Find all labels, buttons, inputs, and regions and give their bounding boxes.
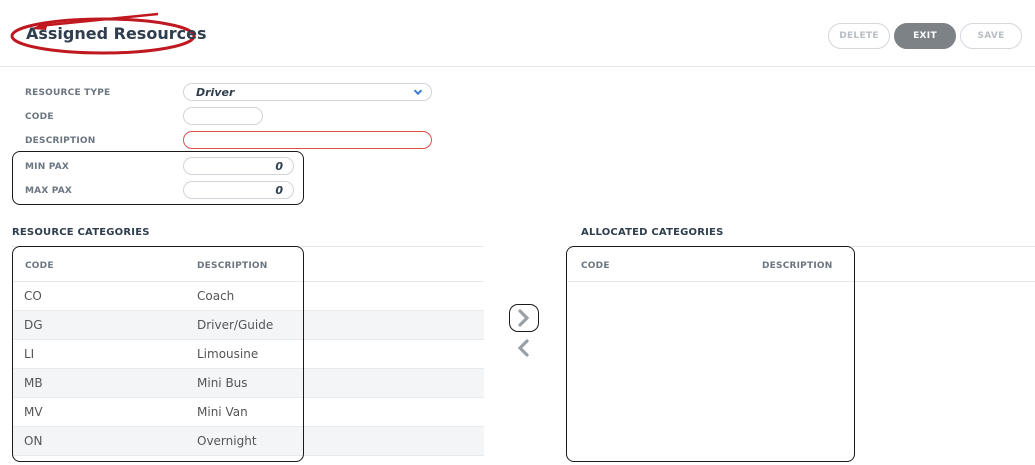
page-title-area: Assigned Resources [8,12,206,56]
save-button[interactable]: SAVE [960,23,1022,49]
chevron-left-icon [517,339,529,357]
resource-categories-title: RESOURCE CATEGORIES [12,227,150,238]
allocated-categories-title: ALLOCATED CATEGORIES [581,227,724,238]
resource-type-label: RESOURCE TYPE [25,88,111,98]
code-input[interactable] [183,107,263,125]
resource-categories-highlight-box [12,246,304,462]
page-title: Assigned Resources [26,24,207,43]
resource-type-value: Driver [196,85,235,99]
delete-button[interactable]: DELETE [828,23,890,49]
chevron-right-icon [518,309,530,327]
header-divider [0,66,1035,67]
toolbar: DELETE EXIT SAVE [828,23,1022,49]
pax-highlight-box [12,151,304,205]
move-left-button[interactable] [513,337,535,359]
description-label: DESCRIPTION [25,136,96,146]
resource-type-select[interactable]: Driver [183,83,432,101]
chevron-down-icon [413,89,423,96]
move-right-button[interactable] [513,307,535,329]
description-input[interactable] [183,131,432,149]
exit-button[interactable]: EXIT [894,23,956,49]
code-label: CODE [25,112,54,122]
allocated-categories-highlight-box [566,246,855,462]
